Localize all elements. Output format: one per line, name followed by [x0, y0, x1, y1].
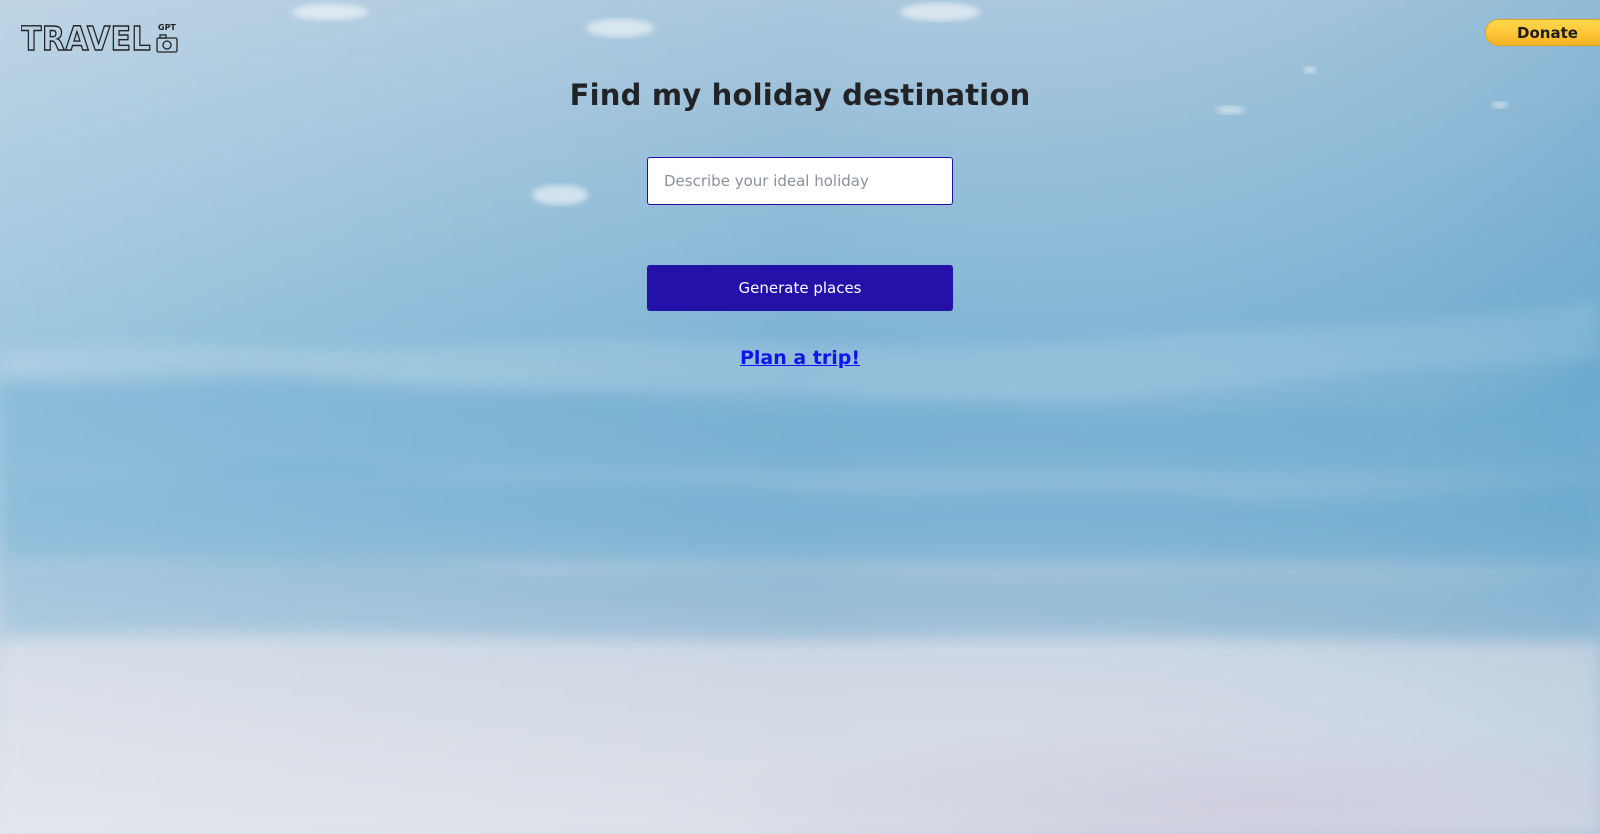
logo-suffix: GPT: [158, 23, 176, 32]
holiday-description-input[interactable]: [647, 157, 953, 205]
logo-graphic: TRAVEL GPT: [20, 18, 178, 59]
plan-trip-link[interactable]: Plan a trip!: [740, 347, 860, 369]
holiday-search-field: [647, 157, 953, 205]
camera-icon: [156, 34, 178, 53]
sky-background: [0, 0, 1600, 834]
page-title: Find my holiday destination: [569, 78, 1031, 112]
generate-places-button[interactable]: Generate places: [647, 265, 953, 311]
plan-trip-container: Plan a trip!: [0, 347, 1600, 369]
logo-text: TRAVEL: [21, 19, 151, 56]
page: TRAVEL GPT Donate Find my holiday destin…: [0, 0, 1600, 834]
donate-button[interactable]: Donate: [1485, 19, 1600, 46]
travelgpt-logo[interactable]: TRAVEL GPT: [20, 18, 181, 59]
